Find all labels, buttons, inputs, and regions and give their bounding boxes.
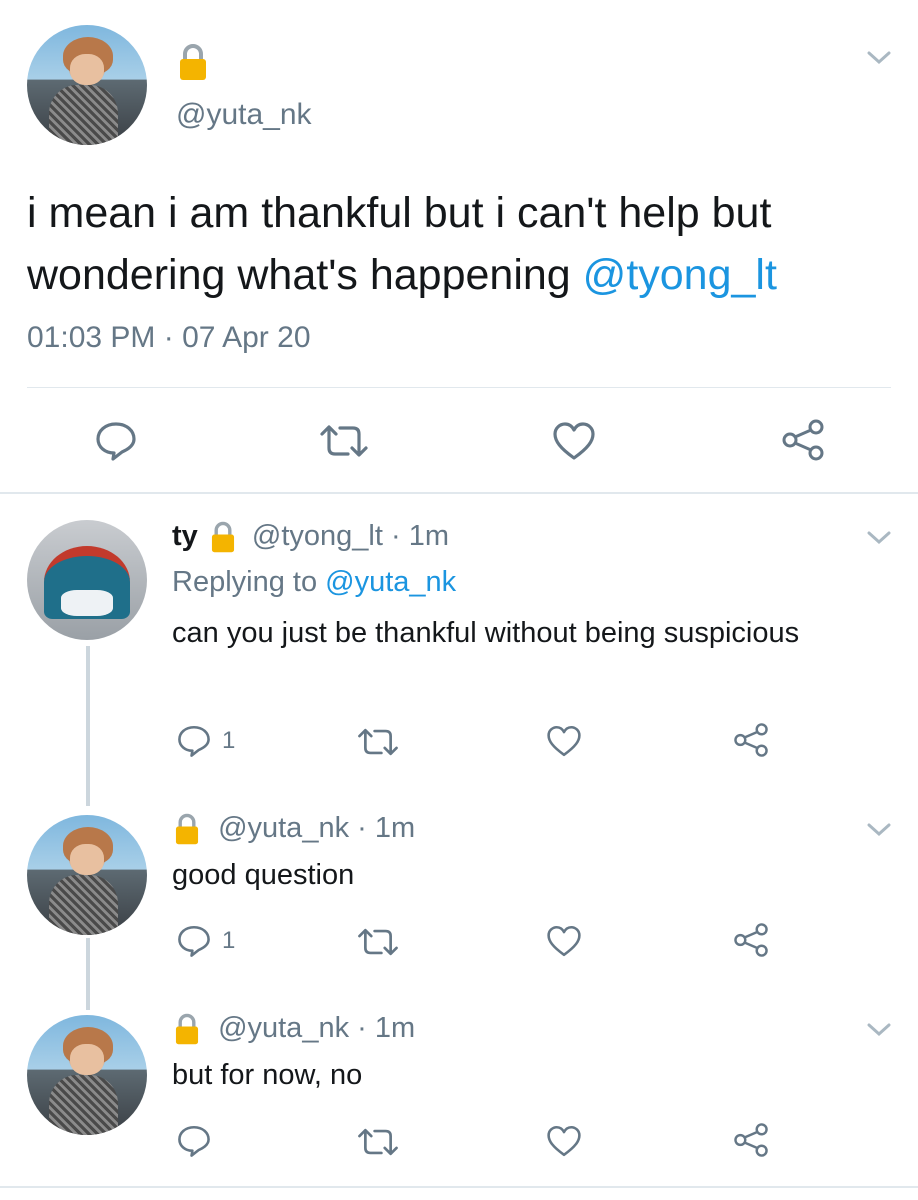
lock-icon xyxy=(180,44,206,80)
main-handle[interactable]: @yuta_nk xyxy=(176,98,312,132)
avatar[interactable] xyxy=(27,520,147,640)
reply-icon xyxy=(178,725,210,757)
lock-icon xyxy=(175,1014,199,1045)
avatar-coat xyxy=(48,1075,119,1135)
reply-age[interactable]: 1m xyxy=(409,520,449,552)
chevron-down-icon[interactable] xyxy=(866,530,892,546)
reply-header: ty @tyong_lt · 1m xyxy=(172,520,449,554)
reply-icon xyxy=(178,925,210,957)
reply-header: @yuta_nk · 1m xyxy=(172,812,415,846)
chevron-down-icon[interactable] xyxy=(866,50,892,66)
share-icon[interactable] xyxy=(780,418,826,462)
reply-icon[interactable] xyxy=(94,420,138,462)
display-name[interactable]: ty xyxy=(172,520,198,552)
reply-handle[interactable]: @yuta_nk xyxy=(218,812,349,844)
replying-label: Replying to xyxy=(172,566,318,598)
reply-count: 1 xyxy=(222,927,236,954)
replying-to: Replying to @yuta_nk xyxy=(172,566,456,599)
lock-icon xyxy=(211,522,234,553)
avatar-mask xyxy=(60,589,114,616)
reply-count: 1 xyxy=(222,727,236,754)
share-icon[interactable] xyxy=(732,722,770,758)
chevron-down-icon[interactable] xyxy=(866,1022,892,1038)
reply-age[interactable]: 1m xyxy=(375,1012,415,1044)
avatar-face xyxy=(70,843,104,875)
share-icon[interactable] xyxy=(732,922,770,958)
reply-age[interactable]: 1m xyxy=(375,812,415,844)
reply-handle[interactable]: @yuta_nk xyxy=(218,1012,349,1044)
reply-text: but for now, no xyxy=(172,1059,363,1091)
main-divider xyxy=(27,387,891,388)
like-icon[interactable] xyxy=(552,420,596,462)
thread-line xyxy=(86,938,90,1010)
separator-dot: · xyxy=(391,520,401,552)
thread-line xyxy=(86,646,90,806)
separator-dot: · xyxy=(357,812,367,844)
like-icon[interactable] xyxy=(546,724,582,758)
reply-action[interactable]: 1 xyxy=(176,724,235,758)
retweet-icon[interactable] xyxy=(356,926,400,958)
share-icon[interactable] xyxy=(732,1122,770,1158)
avatar[interactable] xyxy=(27,1015,147,1135)
main-tweet-text: i mean i am thankful but i can't help bu… xyxy=(27,182,897,306)
lock-icon xyxy=(175,814,199,845)
avatar-face xyxy=(70,1043,104,1075)
reply-handle[interactable]: @tyong_lt xyxy=(252,520,383,552)
separator-dot: · xyxy=(357,1012,367,1044)
reply-icon[interactable] xyxy=(176,1124,212,1158)
avatar[interactable] xyxy=(27,815,147,935)
section-divider xyxy=(0,492,918,494)
chevron-down-icon[interactable] xyxy=(866,822,892,838)
reply-text: can you just be thankful without being s… xyxy=(172,617,800,649)
avatar-face xyxy=(70,53,104,85)
retweet-icon[interactable] xyxy=(318,422,370,460)
reply-action[interactable]: 1 xyxy=(176,924,235,958)
avatar-coat xyxy=(48,85,119,145)
retweet-icon[interactable] xyxy=(356,726,400,758)
mention-link[interactable]: @tyong_lt xyxy=(583,251,777,299)
avatar-coat xyxy=(48,875,119,935)
avatar[interactable] xyxy=(27,25,147,145)
bottom-divider xyxy=(0,1186,918,1188)
like-icon[interactable] xyxy=(546,1124,582,1158)
main-timestamp[interactable]: 01:03 PM · 07 Apr 20 xyxy=(27,321,311,355)
reply-text: good question xyxy=(172,859,355,891)
replying-to-link[interactable]: @yuta_nk xyxy=(325,566,456,598)
like-icon[interactable] xyxy=(546,924,582,958)
reply-header: @yuta_nk · 1m xyxy=(172,1012,415,1046)
retweet-icon[interactable] xyxy=(356,1126,400,1158)
